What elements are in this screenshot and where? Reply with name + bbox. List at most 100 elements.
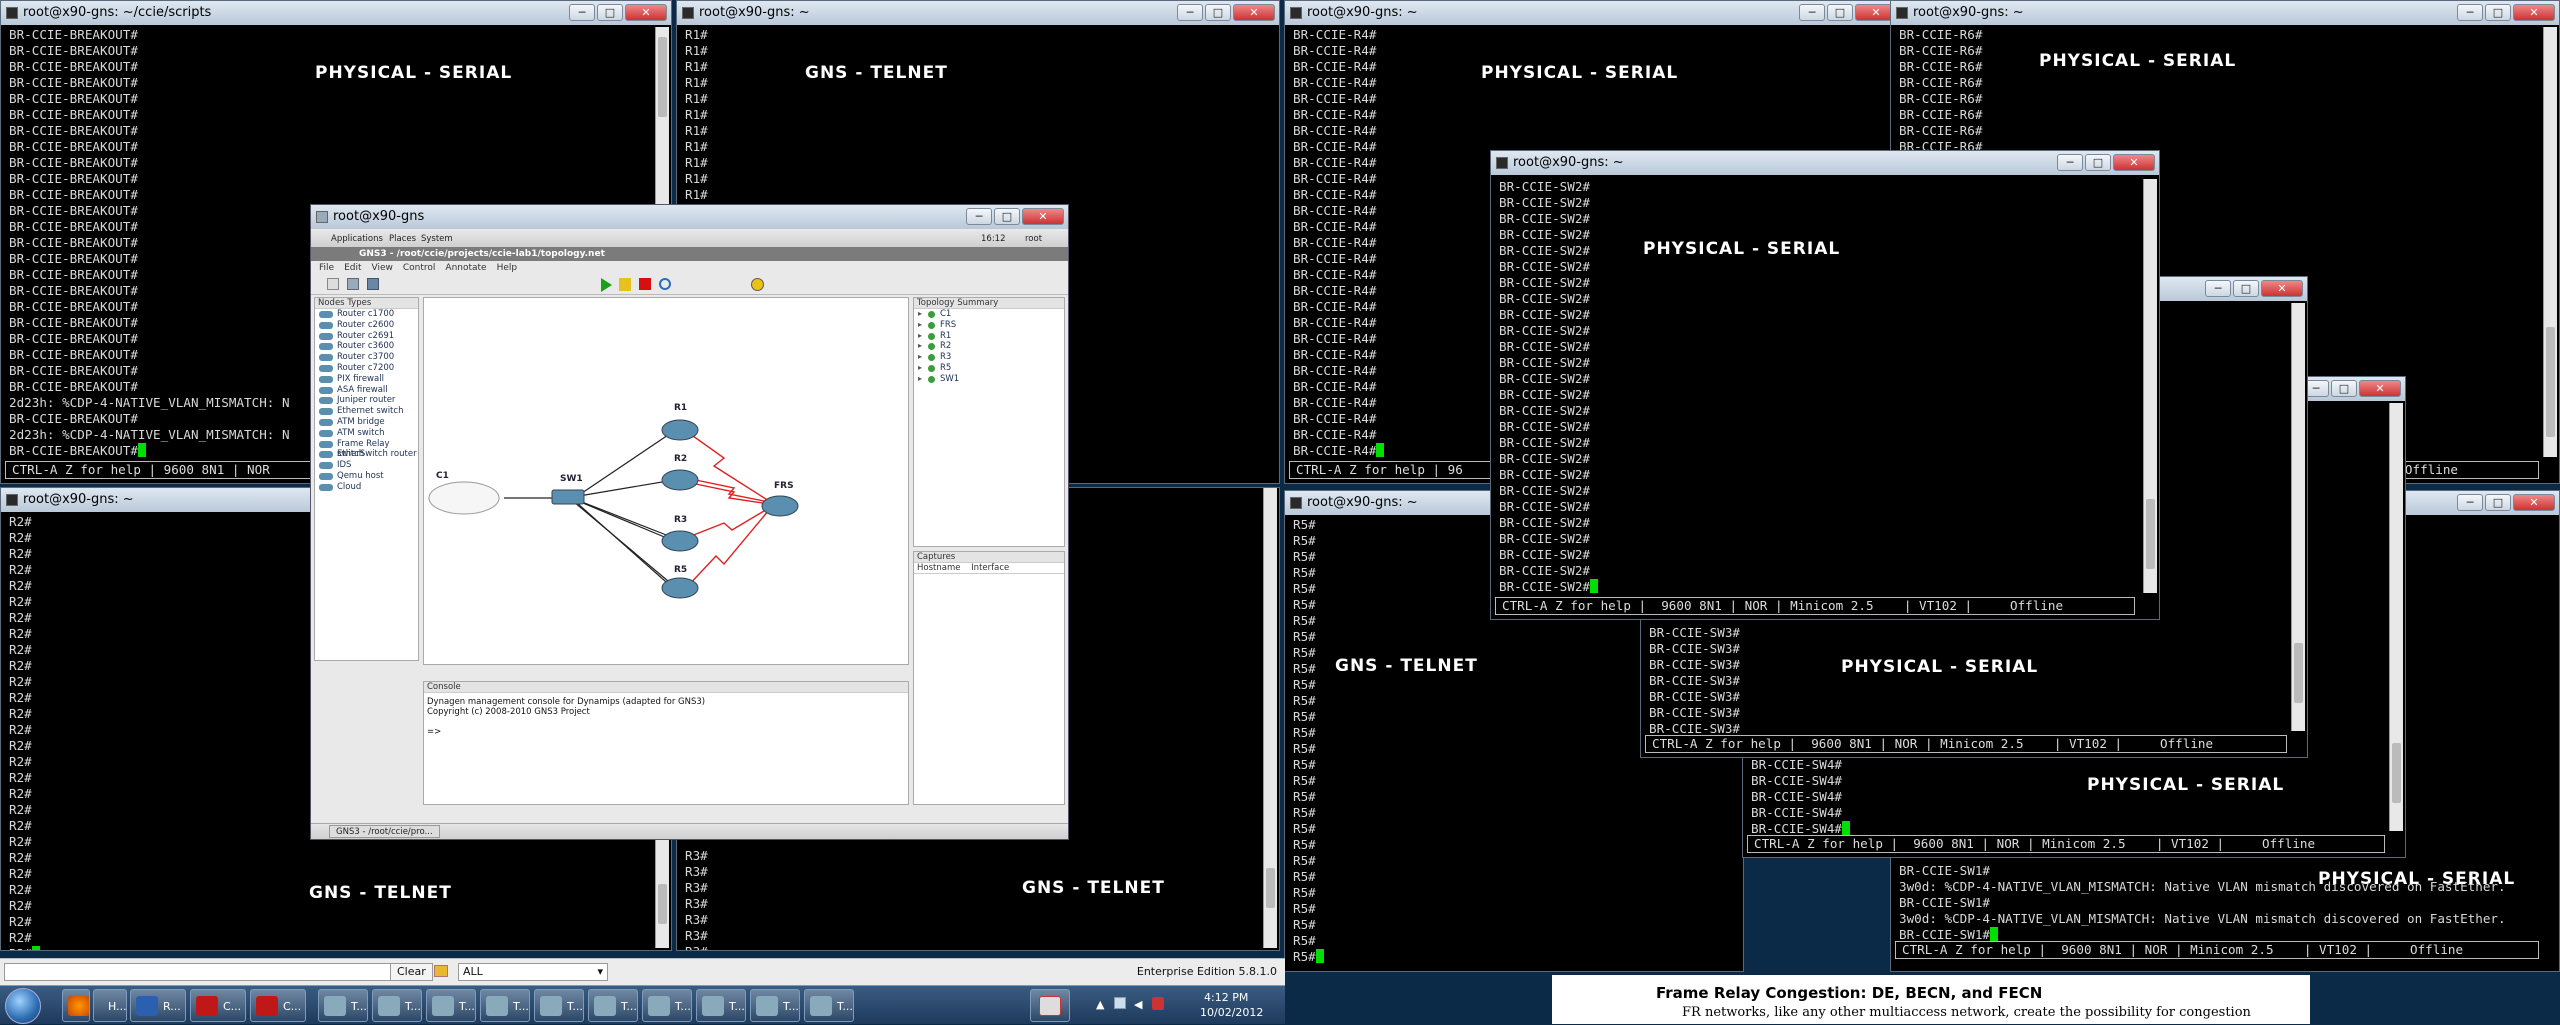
title-bar[interactable]: root@x90-gns: ~ ─□✕ xyxy=(1285,1,1901,25)
taskbar-item-pdf-2[interactable]: C... xyxy=(250,989,306,1022)
menu-file[interactable]: File xyxy=(319,261,334,275)
close-button[interactable]: ✕ xyxy=(2113,154,2155,171)
taskbar-item-putty-7[interactable]: T... xyxy=(642,989,692,1022)
switch-sw1[interactable]: SW1 xyxy=(551,474,585,505)
close-button[interactable]: ✕ xyxy=(625,4,667,21)
node-type-item[interactable]: Router c2600 xyxy=(315,320,418,331)
minimize-button[interactable]: ─ xyxy=(2457,4,2483,21)
maximize-button[interactable]: □ xyxy=(2485,494,2511,511)
topology-item[interactable]: R3 xyxy=(914,352,1064,363)
taskbar-item-putty-3[interactable]: T... xyxy=(426,989,476,1022)
maximize-button[interactable]: □ xyxy=(2085,154,2111,171)
frame-relay-switch-frs[interactable]: FRS xyxy=(761,481,799,517)
minimize-button[interactable]: ─ xyxy=(1177,4,1203,21)
router-r1[interactable]: R1 xyxy=(661,403,699,441)
search-input[interactable] xyxy=(4,963,422,981)
router-r5[interactable]: R5 xyxy=(661,565,699,599)
taskbar-item-vnc[interactable] xyxy=(1030,989,1070,1022)
node-type-item[interactable]: Router c1700 xyxy=(315,309,418,320)
maximize-button[interactable]: □ xyxy=(1827,4,1853,21)
node-type-item[interactable]: EtherSwitch router xyxy=(315,449,418,460)
minimize-button[interactable]: ─ xyxy=(966,208,992,225)
node-type-item[interactable]: Juniper router xyxy=(315,395,418,406)
close-button[interactable]: ✕ xyxy=(2513,4,2555,21)
tray-arrow-icon[interactable]: ▲ xyxy=(1096,998,1104,1011)
node-type-item[interactable]: PIX firewall xyxy=(315,374,418,385)
save-button[interactable] xyxy=(367,278,379,290)
taskbar-item-putty-5[interactable]: T... xyxy=(534,989,584,1022)
menu-system[interactable]: System xyxy=(421,231,453,247)
maximize-button[interactable]: □ xyxy=(994,208,1020,225)
minimize-button[interactable]: ─ xyxy=(2205,280,2231,297)
topology-item[interactable]: R5 xyxy=(914,363,1064,374)
clear-button[interactable]: Clear xyxy=(390,963,433,981)
node-type-item[interactable]: Router c7200 xyxy=(315,363,418,374)
title-bar[interactable]: root@x90-gns ─ □ ✕ xyxy=(311,205,1068,229)
title-bar[interactable]: root@x90-gns: ~ ─□✕ xyxy=(1491,151,2159,175)
pdf-viewer[interactable]: Frame Relay Congestion: DE, BECN, and FE… xyxy=(1552,975,2310,1024)
start-all-icon[interactable] xyxy=(601,278,612,292)
close-button[interactable]: ✕ xyxy=(1233,4,1275,21)
title-bar[interactable]: root@x90-gns: ~ ─□✕ xyxy=(1891,1,2559,25)
node-type-item[interactable]: Cloud xyxy=(315,482,418,493)
node-type-item[interactable]: Router c2691 xyxy=(315,331,418,342)
maximize-button[interactable]: □ xyxy=(2485,4,2511,21)
menu-places[interactable]: Places xyxy=(389,231,416,247)
taskbar-item-putty-8[interactable]: T... xyxy=(696,989,746,1022)
clock-time[interactable]: 4:12 PM xyxy=(1204,991,1248,1004)
close-button[interactable]: ✕ xyxy=(1022,208,1064,225)
menu-control[interactable]: Control xyxy=(403,261,436,275)
menu-view[interactable]: View xyxy=(372,261,393,275)
scrollbar[interactable] xyxy=(2143,179,2157,593)
menu-help[interactable]: Help xyxy=(497,261,518,275)
node-type-item[interactable]: ASA firewall xyxy=(315,385,418,396)
node-type-item[interactable]: Router c3700 xyxy=(315,352,418,363)
topology-item[interactable]: C1 xyxy=(914,309,1064,320)
network-icon[interactable] xyxy=(1114,997,1126,1009)
menu-annotate[interactable]: Annotate xyxy=(445,261,486,275)
topology-canvas[interactable]: C1 SW1 R1 R2 R3 R5 FRS xyxy=(423,297,909,665)
clock-date[interactable]: 10/02/2012 xyxy=(1200,1006,1263,1019)
scrollbar[interactable] xyxy=(2291,303,2305,731)
close-button[interactable]: ✕ xyxy=(2261,280,2303,297)
node-type-item[interactable]: ATM bridge xyxy=(315,417,418,428)
node-type-item[interactable]: ATM switch xyxy=(315,428,418,439)
taskbar-item-putty-2[interactable]: T... xyxy=(372,989,422,1022)
scrollbar[interactable] xyxy=(2389,403,2403,831)
router-r2[interactable]: R2 xyxy=(661,454,699,491)
taskbar-item-h[interactable]: H... xyxy=(93,989,127,1022)
maximize-button[interactable]: □ xyxy=(2233,280,2259,297)
reload-all-icon[interactable] xyxy=(659,278,671,290)
router-r3[interactable]: R3 xyxy=(661,515,699,552)
taskbar-item-putty-1[interactable]: T... xyxy=(318,989,368,1022)
console-panel[interactable]: Console Dynagen management console for D… xyxy=(423,681,909,805)
terminal-window-sw2[interactable]: root@x90-gns: ~ ─ □ ✕ BR-CCIE-SW2# BR-CCIE-… xyxy=(1490,150,2160,620)
gns3-vnc-window[interactable]: root@x90-gns ─ □ ✕ Applications Places Sys… xyxy=(310,204,1069,840)
cloud-c1[interactable]: C1 xyxy=(428,471,500,515)
node-type-item[interactable]: IDS xyxy=(315,460,418,471)
scrollbar[interactable] xyxy=(1263,488,1277,948)
title-bar[interactable]: root@x90-gns: ~/ccie/scripts ─ □ ✕ xyxy=(1,1,671,25)
node-type-item[interactable]: Ethernet switch xyxy=(315,406,418,417)
gns3-task-button[interactable]: GNS3 - /root/ccie/pro... xyxy=(329,825,440,838)
minimize-button[interactable]: ─ xyxy=(2457,494,2483,511)
menu-edit[interactable]: Edit xyxy=(344,261,361,275)
menu-applications[interactable]: Applications xyxy=(331,231,383,247)
taskbar-item-putty-4[interactable]: T... xyxy=(480,989,530,1022)
node-type-item[interactable]: Qemu host xyxy=(315,471,418,482)
taskbar-item-putty-10[interactable]: T... xyxy=(804,989,854,1022)
stop-all-icon[interactable] xyxy=(639,278,651,290)
node-type-item[interactable]: Router c3600 xyxy=(315,341,418,352)
folder-icon[interactable] xyxy=(434,965,448,977)
taskbar-item-firefox[interactable] xyxy=(62,989,90,1022)
minimize-button[interactable]: ─ xyxy=(569,4,595,21)
ellipse-icon[interactable] xyxy=(751,278,764,291)
panel-clock[interactable]: 16:12 xyxy=(981,231,1006,247)
taskbar-item-word[interactable]: R... xyxy=(130,989,186,1022)
minimize-button[interactable]: ─ xyxy=(2057,154,2083,171)
new-button[interactable] xyxy=(327,278,339,290)
topology-item[interactable]: SW1 xyxy=(914,374,1064,385)
scrollbar[interactable] xyxy=(2543,27,2557,457)
start-button[interactable] xyxy=(5,988,41,1024)
maximize-button[interactable]: □ xyxy=(2331,380,2357,397)
